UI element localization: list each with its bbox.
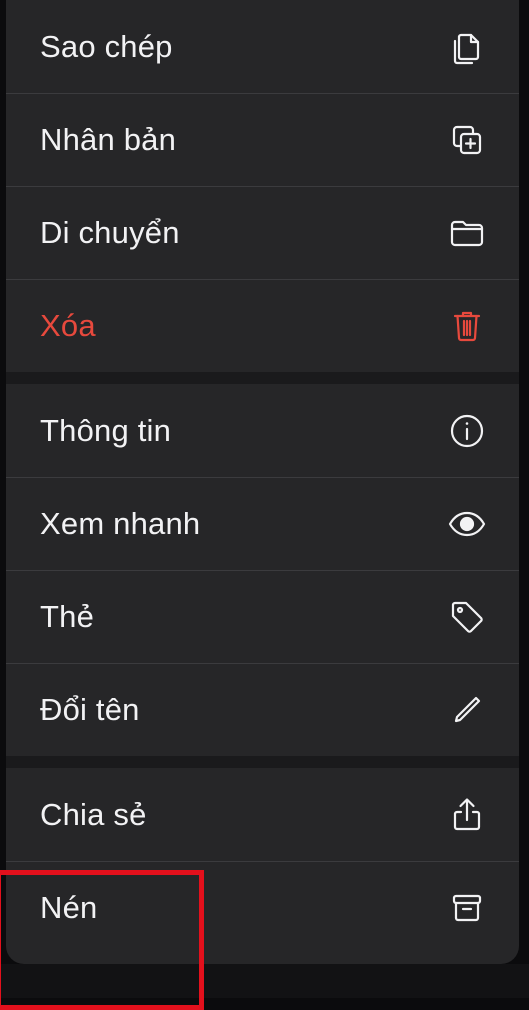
menu-item-label: Xem nhanh [40,506,201,541]
menu-item-label: Nhân bản [40,122,177,157]
context-menu: Sao chép Nhân bản Di chuyển Xóa Thông ti… [6,0,519,964]
group-separator [6,372,519,384]
group-separator [6,756,519,768]
tag-icon [445,595,489,639]
menu-item-info[interactable]: Thông tin [6,384,519,477]
menu-item-move[interactable]: Di chuyển [6,186,519,279]
archive-box-icon [445,886,489,930]
screen: Sao chép Nhân bản Di chuyển Xóa Thông ti… [0,0,529,1010]
menu-item-label: Chia sẻ [40,797,147,832]
menu-item-label: Sao chép [40,29,173,64]
copy-icon [445,25,489,69]
folder-icon [445,211,489,255]
share-icon [445,793,489,837]
menu-item-copy[interactable]: Sao chép [6,0,519,93]
pencil-icon [445,688,489,732]
duplicate-icon [445,118,489,162]
menu-item-label: Di chuyển [40,215,180,250]
trash-icon [445,304,489,348]
menu-item-delete[interactable]: Xóa [6,279,519,372]
menu-item-rename[interactable]: Đổi tên [6,663,519,756]
eye-icon [445,502,489,546]
menu-item-label: Xóa [40,308,96,343]
info-icon [445,409,489,453]
menu-item-share[interactable]: Chia sẻ [6,768,519,861]
menu-group-info-actions: Thông tin Xem nhanh Thẻ Đổi tên [6,384,519,756]
menu-item-label: Thẻ [40,599,95,634]
menu-item-tags[interactable]: Thẻ [6,570,519,663]
menu-item-duplicate[interactable]: Nhân bản [6,93,519,186]
menu-item-label: Đổi tên [40,692,140,727]
highlight-box-annotation [0,870,204,1010]
menu-item-quick-look[interactable]: Xem nhanh [6,477,519,570]
menu-group-file-actions: Sao chép Nhân bản Di chuyển Xóa [6,0,519,372]
menu-item-label: Thông tin [40,413,172,448]
